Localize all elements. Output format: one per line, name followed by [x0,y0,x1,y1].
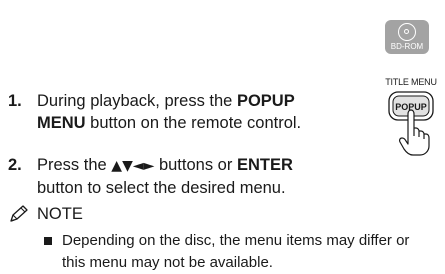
step-1-text: During playback, press the POPUP MENU bu… [37,90,301,134]
title-menu-caption: TITLE MENU [385,77,437,87]
step-1-number: 1. [8,92,22,110]
note-item-line2: this menu may not be available. [62,254,273,271]
note-item-text: Depending on the disc, the menu items ma… [62,230,409,274]
pencil-note-icon [10,205,28,222]
bullet-square-icon [44,237,52,245]
bd-rom-label: BD-ROM [390,42,424,51]
step-2-text-part: Press the [37,156,112,174]
disc-icon [398,23,416,41]
arrow-keys: ▲▼◄► [111,158,155,174]
step-2-number: 2. [8,156,22,174]
popup-keyword: POPUP [236,92,295,110]
menu-keyword: MENU [37,114,86,132]
popup-remote-button: POPUP [388,91,434,156]
enter-keyword: ENTER [236,156,293,174]
note-item-line1: Depending on the disc, the menu items ma… [62,232,410,249]
popup-button-illustration: TITLE MENU POPUP [380,77,442,157]
note-title: NOTE [37,205,83,223]
step-1-text-part: During playback, press the [37,92,237,110]
bd-rom-badge: BD-ROM [385,20,429,54]
step-1-text-part: button on the remote control. [85,114,302,132]
step-2-text-line2: button to select the desired menu. [37,179,286,197]
step-2-text: Press the ▲▼◄► buttons or ENTER button t… [37,154,293,199]
step-2-text-part: buttons or [154,156,237,174]
